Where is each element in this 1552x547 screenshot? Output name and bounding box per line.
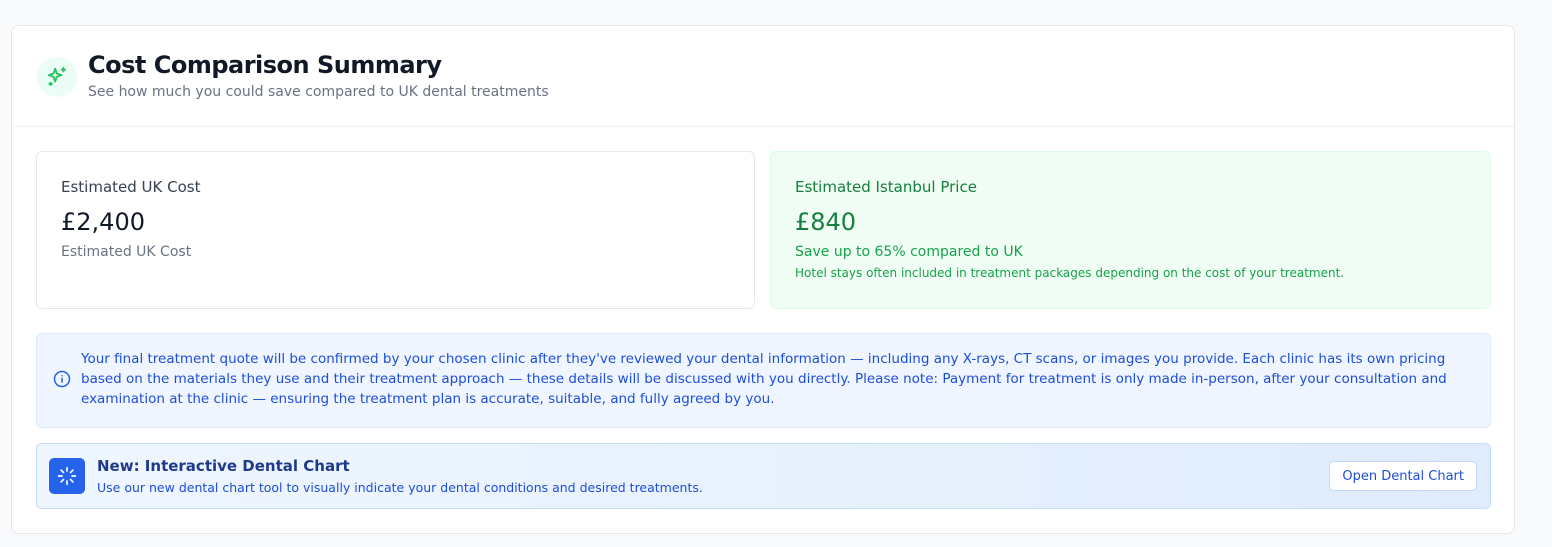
dental-chart-title: New: Interactive Dental Chart: [97, 457, 350, 475]
open-dental-chart-button[interactable]: Open Dental Chart: [1329, 461, 1477, 491]
uk-cost-value: £2,400: [61, 208, 145, 236]
istanbul-price-label: Estimated Istanbul Price: [795, 178, 977, 196]
sparkles-icon: [37, 57, 77, 97]
istanbul-price-panel: Estimated Istanbul Price £840 Save up to…: [770, 151, 1491, 309]
uk-cost-label: Estimated UK Cost: [61, 178, 201, 196]
istanbul-price-value: £840: [795, 208, 857, 236]
cost-comparison-card: Cost Comparison Summary See how much you…: [11, 25, 1515, 534]
quote-info-text: Your final treatment quote will be confi…: [81, 351, 1447, 407]
dental-chart-description: Use our new dental chart tool to visuall…: [97, 480, 703, 495]
info-icon: [53, 370, 71, 392]
hotel-note: Hotel stays often included in treatment …: [795, 266, 1345, 280]
dental-chart-banner: New: Interactive Dental Chart Use our ne…: [36, 443, 1491, 509]
page-title: Cost Comparison Summary: [88, 51, 442, 79]
uk-cost-note: Estimated UK Cost: [61, 244, 192, 260]
uk-cost-panel: Estimated UK Cost £2,400 Estimated UK Co…: [36, 151, 755, 309]
quote-info-notice: Your final treatment quote will be confi…: [36, 333, 1491, 428]
savings-text: Save up to 65% compared to UK: [795, 244, 1023, 260]
page-subtitle: See how much you could save compared to …: [88, 84, 549, 100]
loader-icon: [49, 458, 85, 494]
card-header: Cost Comparison Summary See how much you…: [12, 26, 1514, 127]
